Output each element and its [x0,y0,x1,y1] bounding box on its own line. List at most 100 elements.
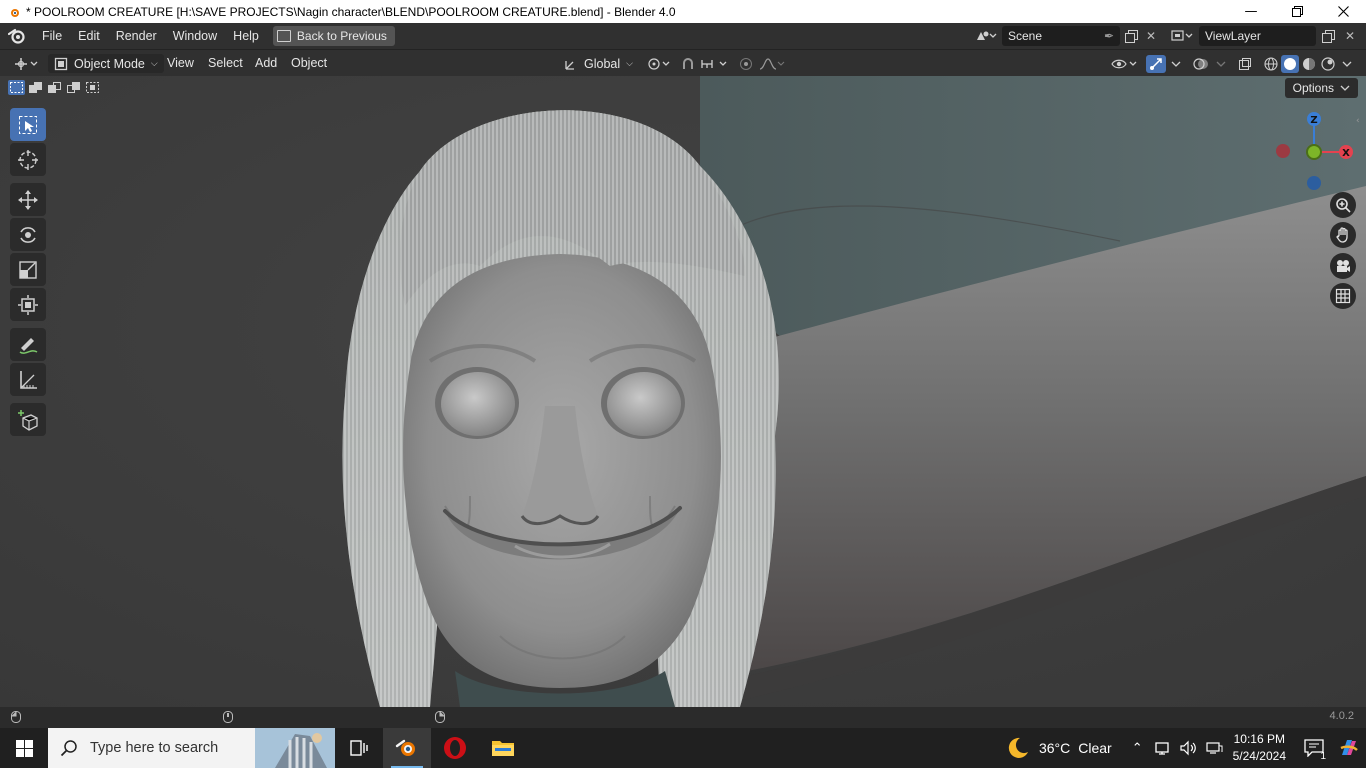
view-layer-browse-icon[interactable] [1168,26,1196,46]
menu-object[interactable]: Object [291,54,327,73]
object-mode-icon [54,57,68,70]
move-icon [18,189,38,210]
chevron-up-icon[interactable]: ⌃ [1132,740,1143,756]
menu-file[interactable]: File [34,25,70,47]
display-icon[interactable] [1205,740,1223,756]
pan-button[interactable] [1330,222,1356,248]
gizmo-y-axis[interactable] [1306,144,1322,160]
minimize-icon[interactable]: — [1228,0,1274,23]
solid-shading-icon[interactable] [1281,55,1299,73]
window-titlebar: * POOLROOM CREATURE [H:\SAVE PROJECTS\Na… [0,0,1366,23]
search-placeholder: Type here to search [90,740,219,756]
scene-browse-icon[interactable] [972,26,1000,46]
new-scene-icon[interactable] [1121,26,1141,46]
shading-dropdown-icon[interactable] [1338,55,1356,73]
select-intersect-icon[interactable] [84,80,101,95]
gizmo-neg-x-axis[interactable] [1276,144,1290,158]
menu-select[interactable]: Select [208,54,243,73]
view-layer-field[interactable]: ViewLayer [1199,26,1316,46]
proportional-editing-icon[interactable] [737,55,755,73]
rendered-shading-icon[interactable] [1319,55,1337,73]
blender-topbar: File Edit Render Window Help Back to Pre… [0,23,1366,49]
show-overlays-icon[interactable] [1192,55,1210,73]
select-new-icon[interactable] [8,80,25,95]
network-icon[interactable] [1153,740,1171,756]
system-clock[interactable]: 10:16 PM 5/24/2024 [1233,731,1286,765]
visibility-selectability-icon[interactable] [1110,55,1140,73]
navigation-gizmo[interactable]: Z X [1270,106,1360,196]
clock-time: 10:16 PM [1233,732,1285,746]
show-gizmo-icon[interactable] [1146,55,1166,73]
start-button[interactable] [0,728,48,768]
back-to-previous-button[interactable]: Back to Previous [272,26,395,46]
sidebar-toggle-icon[interactable]: ‹ [1356,116,1364,128]
snap-target-icon[interactable] [699,55,731,73]
rotate-tool[interactable] [10,218,46,251]
scale-tool[interactable] [10,253,46,286]
gizmo-neg-z-axis[interactable] [1307,176,1321,190]
perspective-toggle-button[interactable] [1330,283,1356,309]
copilot-button[interactable] [1332,728,1366,768]
taskbar-blender[interactable] [383,728,431,768]
pivot-point-icon[interactable] [645,55,673,73]
add-cube-tool[interactable] [10,403,46,436]
weather-moon-icon[interactable] [1005,735,1031,761]
delete-scene-icon[interactable]: ✕ [1141,26,1161,46]
zoom-button[interactable] [1330,192,1356,218]
mode-dropdown[interactable]: Object Mode ⌵ [48,54,164,73]
wireframe-shading-icon[interactable] [1262,55,1280,73]
tool-shelf [10,108,46,438]
taskbar-file-explorer[interactable] [479,728,527,768]
overlays-dropdown-icon[interactable] [1212,55,1230,73]
material-preview-icon[interactable] [1300,55,1318,73]
menu-render[interactable]: Render [108,25,165,47]
select-subtract-icon[interactable] [46,80,63,95]
restore-icon[interactable] [1274,0,1320,23]
menu-help[interactable]: Help [225,25,267,47]
transform-icon [18,294,38,315]
3d-viewport[interactable]: Z X [0,76,1366,707]
menu-edit[interactable]: Edit [70,25,108,47]
taskbar-opera[interactable] [431,728,479,768]
task-view-button[interactable] [335,728,383,768]
weather-condition[interactable]: Clear [1078,740,1111,756]
transform-tool[interactable] [10,288,46,321]
chevron-down-icon: ⌵ [626,58,633,68]
xray-toggle-icon[interactable] [1236,55,1254,73]
menu-add[interactable]: Add [255,54,277,73]
transform-orientation-dropdown[interactable]: Global ⌵ [558,54,639,73]
camera-view-button[interactable] [1330,253,1356,279]
scene-name: Scene [1008,29,1043,43]
new-view-layer-icon[interactable] [1318,26,1338,46]
annotate-tool[interactable] [10,328,46,361]
snap-toggle-icon[interactable] [679,55,697,73]
menu-view[interactable]: View [167,54,194,73]
move-tool[interactable] [10,183,46,216]
back-to-previous-label: Back to Previous [296,29,387,43]
notification-center-button[interactable]: 1 [1296,728,1332,768]
measure-tool[interactable] [10,363,46,396]
opera-icon [444,737,466,759]
zoom-magnifier-icon [1336,198,1351,213]
delete-view-layer-icon[interactable]: ✕ [1340,26,1360,46]
blender-icon [395,739,415,756]
select-extend-icon[interactable] [27,80,44,95]
select-invert-icon[interactable] [65,80,82,95]
taskbar-search-box[interactable]: Type here to search [48,728,335,768]
blender-logo-icon[interactable] [0,23,34,49]
editor-type-icon[interactable] [12,55,40,73]
pin-icon[interactable]: ✒ [1104,29,1114,43]
mouse-middle-icon [223,711,233,723]
task-view-icon [350,740,368,756]
select-box-tool[interactable] [10,108,46,141]
volume-icon[interactable] [1179,740,1197,756]
proportional-falloff-icon[interactable] [758,55,786,73]
menu-window[interactable]: Window [165,25,225,47]
cursor-tool[interactable] [10,143,46,176]
weather-temperature[interactable]: 36°C [1039,740,1070,756]
gizmo-dropdown-icon[interactable] [1167,55,1185,73]
grid-icon [1335,288,1351,304]
options-dropdown[interactable]: Options [1284,78,1358,98]
scene-name-field[interactable]: Scene ✒ [1002,26,1120,46]
close-icon[interactable] [1320,0,1366,23]
